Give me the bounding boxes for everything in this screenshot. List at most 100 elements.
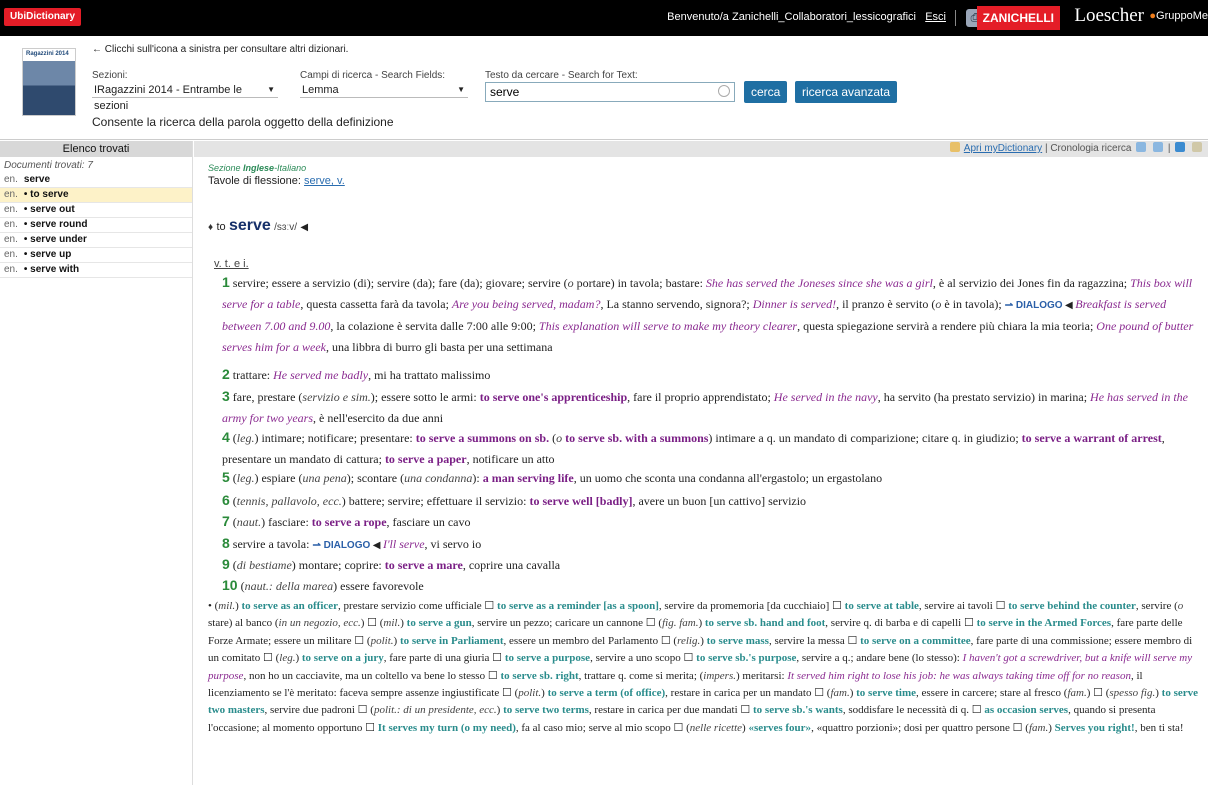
result-label: • to serve [23, 189, 69, 200]
inflection-link[interactable]: serve, v. [304, 175, 345, 187]
sense-3: 3 fare, prestare (servizio e sim.); esser… [222, 386, 1198, 429]
phrase: to serve time [856, 687, 916, 700]
phrase: Serves you right! [1054, 721, 1135, 734]
phrase: as occasion serves [984, 704, 1069, 717]
advanced-search-button[interactable]: ricerca avanzata [795, 81, 898, 103]
text: ): [472, 471, 483, 485]
phrase: to serve one's apprenticeship [479, 390, 628, 404]
text: , questa cassetta farà da tavola; [300, 297, 452, 311]
sense-5: 5 (leg.) espiare (una pena); scontare (un… [222, 467, 1198, 489]
search-input[interactable] [485, 82, 735, 102]
headword: serve [228, 217, 271, 234]
text: ) battere; servire; effettuare il serviz… [341, 494, 530, 508]
result-item[interactable]: en. • serve up [0, 248, 192, 263]
text: , ha servito (ha prestato servizio) in m… [877, 390, 1091, 404]
back-arrow-icon[interactable] [1136, 142, 1147, 152]
text: ) ☐ ( [360, 617, 384, 630]
result-lang: en. [4, 249, 18, 260]
usage-label: fam. [1067, 687, 1087, 700]
zanichelli-logo[interactable]: ZANICHELLI [976, 6, 1060, 30]
text: , «quattro porzioni»; dosi per quattro p… [811, 721, 1029, 734]
result-item[interactable]: en. • serve with [0, 263, 192, 278]
phrase: to serve sb. with a summons [565, 431, 709, 445]
usage-label: una pena [302, 471, 347, 485]
text: , essere un membro del Parlamento ☐ ( [503, 634, 678, 647]
phrase: It serves my turn (o my need) [377, 721, 516, 734]
text: , il pranzo è servito ( [836, 297, 936, 311]
text: trattare: [232, 368, 274, 382]
sense-number: 8 [222, 535, 230, 551]
sense-number: 9 [222, 556, 230, 572]
example: He served in the navy [773, 390, 878, 404]
loescher-logo[interactable]: Loescher [1074, 5, 1144, 27]
sense-number: 4 [222, 429, 230, 445]
text: ) intimare; notificare; presentare: [254, 431, 416, 445]
search-history-label: Cronologia ricerca [1050, 143, 1132, 154]
dictionary-cover-button[interactable]: Ragazzini 2014 [22, 48, 76, 116]
audio-speaker-icon[interactable]: ◀ [300, 222, 308, 233]
usage-label: fig. fam. [662, 617, 699, 630]
clear-search-icon[interactable] [718, 85, 730, 97]
results-panel: Elenco trovati Documenti trovati: 7 en. s… [0, 141, 193, 785]
text: , trattare q. come si merita; ( [578, 669, 704, 682]
phrase: to serve a term (of office) [547, 687, 666, 700]
switch-dictionary-hint: ← Clicchi sull'icona a sinistra per cons… [92, 44, 349, 55]
text: ) montare; coprire: [291, 558, 385, 572]
logout-link[interactable]: Esci [925, 11, 946, 23]
chevron-down-icon: ▼ [457, 85, 465, 94]
forward-arrow-icon[interactable] [1153, 142, 1164, 152]
phrase: to serve mass [706, 634, 769, 647]
headword-line: ♦ to serve /sɜːv/ ◀ [208, 217, 309, 234]
open-mydictionary-link[interactable]: Apri myDictionary [964, 143, 1042, 154]
text: , servire ai tavoli ☐ [918, 600, 1009, 612]
text: fare, prestare ( [232, 390, 303, 404]
result-lang: en. [4, 234, 18, 245]
text: , La stanno servendo, signora?; [600, 297, 753, 311]
result-label: • serve with [23, 264, 80, 275]
sections-select[interactable]: IRagazzini 2014 - Entrambe le sezioni ▼ [92, 82, 278, 112]
text: ) intimare a q. un mandato di comparizio… [708, 431, 1022, 445]
dialog-link[interactable]: ⇀ DIALOGO [312, 540, 370, 551]
phrase: to serve at table [844, 600, 919, 612]
phrase: to serve in the Armed Forces [976, 617, 1112, 630]
result-item[interactable]: en. • to serve [0, 188, 192, 203]
phrase: to serve well [badly] [529, 494, 633, 508]
divider [955, 10, 956, 26]
text: , fare il proprio apprendistato; [627, 390, 774, 404]
text: • ( [208, 600, 219, 612]
example: I'll serve [382, 537, 425, 551]
sense-number: 7 [222, 513, 230, 529]
result-label: • serve round [23, 219, 88, 230]
sense-number: 3 [222, 388, 230, 404]
search-header: Ragazzini 2014 ← Clicchi sull'icona a si… [0, 36, 1208, 140]
bullet-icon: ♦ [208, 222, 214, 233]
search-fields-select[interactable]: Lemma ▼ [300, 82, 468, 98]
phrase: to serve behind the counter [1008, 600, 1136, 612]
usage-label: mil. [218, 600, 236, 612]
text: ) meritarsi: [736, 669, 788, 682]
search-button[interactable]: cerca [744, 81, 788, 103]
audio-speaker-icon[interactable]: ◀ [1063, 300, 1076, 311]
settings-icon[interactable] [1192, 142, 1202, 152]
audio-speaker-icon[interactable]: ◀ [370, 540, 383, 551]
search-fields-label: Campi di ricerca - Search Fields: [300, 70, 446, 81]
phrase: to serve a warrant of arrest [1021, 431, 1162, 445]
dialog-link[interactable]: ⇀ DIALOGO [1005, 300, 1063, 311]
phrase: to serve a rope [311, 515, 387, 529]
result-item[interactable]: en. • serve under [0, 233, 192, 248]
result-lang: en. [4, 189, 18, 200]
result-item[interactable]: en. serve [0, 173, 192, 188]
text: , la colazione è servita dalle 7:00 alle… [330, 319, 539, 333]
inflection-tables: Tavole di flessione: serve, v. [208, 175, 345, 187]
text: , servire due padroni ☐ ( [264, 704, 374, 717]
usage-label: impers. [703, 669, 736, 682]
search-text-label: Testo da cercare - Search for Text: [485, 70, 638, 81]
result-item[interactable]: en. • serve out [0, 203, 192, 218]
bookmark-icon[interactable] [1175, 142, 1186, 152]
chevron-down-icon: ▼ [267, 85, 275, 94]
gruppo-logo[interactable]: ●GruppoMe [1149, 10, 1208, 22]
result-item[interactable]: en. • serve round [0, 218, 192, 233]
usage-label: leg. [236, 431, 255, 445]
usage-label: leg. [279, 652, 296, 665]
app-logo[interactable]: UbiDictionary [4, 8, 82, 26]
